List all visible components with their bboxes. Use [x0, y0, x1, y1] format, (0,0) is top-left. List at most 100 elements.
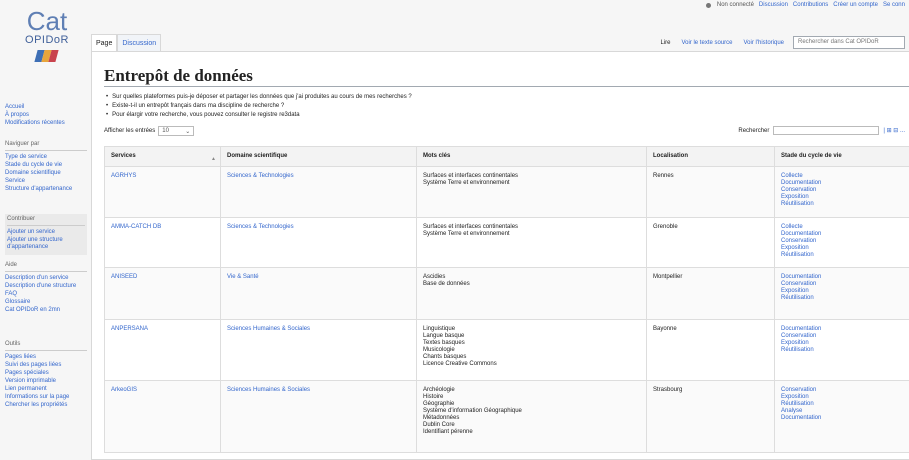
sidebar-item-desc-structure[interactable]: Description d'une structure — [5, 283, 87, 290]
tab-read[interactable]: Lire — [658, 38, 672, 48]
stage-link[interactable]: Réutilisation — [781, 252, 904, 259]
keyword: Musicologie — [423, 347, 455, 353]
service-link[interactable]: AMMA-CATCH DB — [111, 224, 161, 230]
cell-location: Montpellier — [646, 267, 775, 320]
stage-link[interactable]: Conservation — [781, 281, 904, 288]
stage-link[interactable]: Réutilisation — [781, 201, 904, 208]
sidebar-item-structure[interactable]: Structure d'appartenance — [5, 186, 87, 193]
service-link[interactable]: ArkeoGIS — [111, 387, 137, 393]
table-search-input[interactable] — [773, 126, 880, 135]
create-account-link[interactable]: Créer un compte — [833, 2, 878, 8]
sort-arrow-icon: ▲ — [211, 156, 216, 162]
site-logo[interactable]: Cat OPIDoR — [14, 8, 80, 78]
tab-view-source[interactable]: Voir le texte source — [679, 38, 734, 48]
sidebar-item-lien-permanent[interactable]: Lien permanent — [5, 386, 87, 393]
intro-bullet: Existe-t-il un entrepôt français dans ma… — [106, 102, 412, 111]
sidebar-item-cat-2mn[interactable]: Cat OPIDoR en 2mn — [5, 307, 87, 314]
cell-stages: Documentation Conservation Exposition Réuti… — [774, 319, 909, 381]
cell-keywords: Ascidies Base de données — [416, 267, 647, 320]
page-root: Non connecté Discussion Contributions Cr… — [0, 0, 909, 460]
stage-link[interactable]: Documentation — [781, 415, 904, 422]
keyword: Archéologie — [423, 387, 455, 393]
header-domaine[interactable]: Domaine scientifique — [220, 146, 417, 167]
sidebar-item-service[interactable]: Service — [5, 178, 87, 185]
stage-link[interactable]: Exposition — [781, 194, 904, 201]
stage-link[interactable]: Documentation — [781, 274, 904, 281]
stage-link[interactable]: Exposition — [781, 340, 904, 347]
keyword: Licence Creative Commons — [423, 361, 497, 367]
stage-link[interactable]: Conservation — [781, 238, 904, 245]
chevron-down-icon: ⌄ — [185, 128, 191, 135]
sidebar-item-suivi[interactable]: Suivi des pages liées — [5, 362, 87, 369]
tab-history[interactable]: Voir l'historique — [742, 38, 787, 48]
sidebar-item-pages-liees[interactable]: Pages liées — [5, 354, 87, 361]
stage-link[interactable]: Documentation — [781, 326, 904, 333]
sidebar-item-type-service[interactable]: Type de service — [5, 154, 87, 161]
sidebar-item-pages-speciales[interactable]: Pages spéciales — [5, 370, 87, 377]
domain-link[interactable]: Sciences Humaines & Sociales — [227, 326, 310, 332]
header-mots-cles[interactable]: Mots clés — [416, 146, 647, 167]
stage-link[interactable]: Documentation — [781, 180, 904, 187]
sidebar-main-nav: Accueil À propos Modifications récentes — [5, 104, 87, 128]
sidebar-item-informations[interactable]: Informations sur la page — [5, 394, 87, 401]
sidebar-item-modifications[interactable]: Modifications récentes — [5, 120, 87, 127]
cell-location: Bayonne — [646, 319, 775, 381]
cell-service: ArkeoGIS — [104, 380, 221, 453]
stage-link[interactable]: Conservation — [781, 333, 904, 340]
sidebar-item-glossaire[interactable]: Glossaire — [5, 299, 87, 306]
domain-link[interactable]: Sciences & Technologies — [227, 224, 294, 230]
sidebar-item-faq[interactable]: FAQ — [5, 291, 87, 298]
header-services[interactable]: Services ▲ — [104, 146, 221, 167]
main-content: Entrepôt de données Sur quelles platefor… — [91, 51, 909, 460]
user-icon — [705, 2, 711, 8]
sidebar-item-proprietes[interactable]: Chercher les propriétés — [5, 402, 87, 409]
location-text: Strasbourg — [653, 387, 683, 393]
header-localisation[interactable]: Localisation — [646, 146, 775, 167]
stage-link[interactable]: Conservation — [781, 387, 904, 394]
table-row: AGRHYS Sciences & Technologies Surfaces et… — [104, 166, 909, 218]
sidebar-item-stade-cycle[interactable]: Stade du cycle de vie — [5, 162, 87, 169]
stage-link[interactable]: Analyse — [781, 408, 904, 415]
domain-link[interactable]: Sciences Humaines & Sociales — [227, 387, 310, 393]
stage-link[interactable]: Collecte — [781, 224, 904, 231]
stage-link[interactable]: Exposition — [781, 245, 904, 252]
site-search-input[interactable]: Rechercher dans Cat OPIDoR — [793, 36, 905, 49]
tab-discussion[interactable]: Discussion — [117, 34, 162, 51]
stage-link[interactable]: Collecte — [781, 173, 904, 180]
sidebar-item-add-service[interactable]: Ajouter un service — [7, 229, 85, 236]
stage-link[interactable]: Réutilisation — [781, 401, 904, 408]
stage-link[interactable]: Conservation — [781, 187, 904, 194]
sidebar-item-a-propos[interactable]: À propos — [5, 112, 87, 119]
sidebar-item-desc-service[interactable]: Description d'un service — [5, 275, 87, 282]
entries-select[interactable]: 10 ⌄ — [158, 126, 195, 136]
stage-link[interactable]: Documentation — [781, 231, 904, 238]
logo-text-opidor: OPIDoR — [25, 34, 69, 46]
namespace-tabs: Page Discussion — [91, 34, 162, 51]
stage-link[interactable]: Exposition — [781, 394, 904, 401]
keyword: Surfaces et interfaces continentales — [423, 224, 519, 230]
login-link[interactable]: Se conn — [883, 2, 905, 8]
table-tools-icons[interactable]: | ⊞ ⊟ ... — [883, 127, 905, 134]
stage-link[interactable]: Réutilisation — [781, 295, 904, 302]
intro-bullet: Sur quelles plateformes puis-je déposer … — [106, 93, 412, 102]
intro-bullets: Sur quelles plateformes puis-je déposer … — [106, 93, 412, 120]
stage-link[interactable]: Réutilisation — [781, 347, 904, 354]
service-link[interactable]: AGRHYS — [111, 173, 136, 179]
keyword: Ascidies — [423, 274, 446, 280]
header-stade[interactable]: Stade du cycle de vie — [774, 146, 909, 167]
sidebar-item-version-imprimable[interactable]: Version imprimable — [5, 378, 87, 385]
service-link[interactable]: ANPERSANA — [111, 326, 148, 332]
stage-link[interactable]: Exposition — [781, 288, 904, 295]
personal-discussion-link[interactable]: Discussion — [759, 2, 788, 8]
sidebar-item-domaine[interactable]: Domaine scientifique — [5, 170, 87, 177]
domain-link[interactable]: Sciences & Technologies — [227, 173, 294, 179]
sidebar-item-accueil[interactable]: Accueil — [5, 104, 87, 111]
domain-link[interactable]: Vie & Santé — [227, 274, 259, 280]
location-text: Montpellier — [653, 274, 683, 280]
sidebar-item-add-structure[interactable]: Ajouter une structure d'appartenance — [7, 237, 85, 251]
table-search: Rechercher | ⊞ ⊟ ... — [738, 126, 905, 135]
service-link[interactable]: ANISEED — [111, 274, 137, 280]
tab-page[interactable]: Page — [91, 34, 118, 51]
contributions-link[interactable]: Contributions — [793, 2, 828, 8]
sidebar-browse-nav: Naviguer par Type de service Stade du cy… — [5, 141, 87, 194]
